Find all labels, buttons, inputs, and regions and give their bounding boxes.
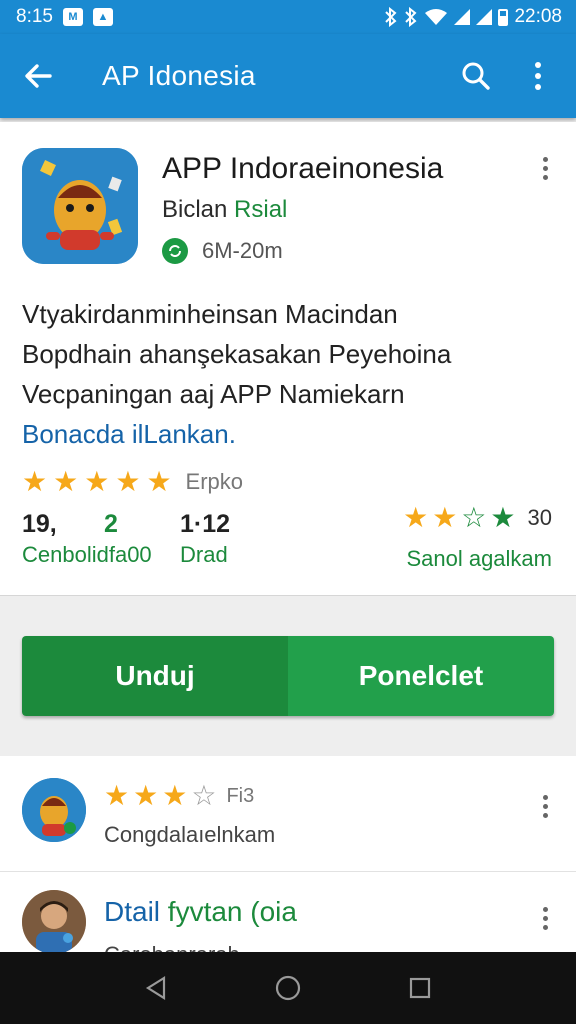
- page-title: AP Idonesia: [102, 60, 256, 91]
- stat-sub-label: Drad: [180, 542, 228, 567]
- search-button[interactable]: [458, 58, 494, 94]
- star-icon: ★: [133, 780, 159, 811]
- rating-label: Erpko: [185, 469, 244, 494]
- avatar: [22, 778, 86, 842]
- action-buttons: Unduj Ponelclet: [22, 636, 554, 716]
- stat-value: 2: [104, 510, 118, 538]
- status-left: 8:15 M ▲: [16, 6, 113, 28]
- stat-value: 19,: [22, 510, 57, 538]
- back-triangle-icon: [145, 976, 166, 1000]
- star-icon: ★: [162, 780, 188, 811]
- bluetooth-icon-2: [405, 7, 417, 27]
- back-button[interactable]: [18, 56, 58, 96]
- status-right: 22:08: [384, 6, 562, 28]
- developer-name: Rsial: [234, 196, 288, 223]
- star-outline-icon: ☆: [191, 780, 217, 811]
- user-rating[interactable]: ★ ★ ☆ ★ 30: [403, 504, 552, 532]
- stat-value: 1·12: [180, 510, 231, 538]
- upload-icon: ▲: [92, 8, 113, 26]
- sync-icon: [162, 238, 188, 264]
- search-icon: [462, 62, 490, 90]
- avatar: [22, 890, 86, 954]
- signal-icon: [454, 9, 471, 25]
- app-bar: AP Idonesia: [0, 34, 576, 118]
- app-name: APP Indoraeinonesia: [162, 152, 444, 185]
- review-title: Dtail fyvtan (oia: [104, 896, 297, 928]
- review-menu-button[interactable]: [533, 898, 557, 938]
- app-developer[interactable]: Biclan Rsial: [162, 196, 287, 224]
- star-outline-icon: ☆: [461, 502, 487, 533]
- app-size-row: 6M-20m: [162, 238, 283, 264]
- review-title-part: fyvtan: [167, 896, 243, 927]
- star-icon: ★: [490, 502, 516, 533]
- rating-link[interactable]: Sanol agalkam: [406, 546, 552, 572]
- more-button[interactable]: [520, 58, 556, 94]
- navigation-bar: [0, 952, 576, 1024]
- wifi-icon: [425, 9, 448, 25]
- back-nav-button[interactable]: [136, 968, 176, 1008]
- bluetooth-icon: [385, 7, 397, 27]
- developer-prefix: Biclan: [162, 196, 235, 223]
- recents-nav-button[interactable]: [400, 968, 440, 1008]
- star-icon: ★: [84, 466, 110, 497]
- download-button[interactable]: Unduj: [22, 636, 288, 716]
- app-size: 6M-20m: [202, 238, 283, 263]
- recents-square-icon: [409, 977, 431, 999]
- status-clock: 22:08: [514, 6, 562, 27]
- status-time: 8:15: [16, 6, 53, 27]
- battery-icon: [498, 8, 509, 26]
- review-title-part: Dtail: [104, 896, 168, 927]
- signal-icon-2: [476, 9, 493, 25]
- notification-icon: M: [62, 8, 83, 26]
- review-menu-button[interactable]: [533, 786, 557, 826]
- stat-sub-label: Cenbolidfa00: [22, 542, 152, 567]
- star-icon: ★: [403, 502, 429, 533]
- app-actions: [458, 58, 556, 94]
- review-subtitle: Congdalaıelnkam: [104, 822, 276, 847]
- review-count: Fi3: [226, 784, 255, 807]
- star-icon: ★: [432, 502, 458, 533]
- description-line: Vtyakirdanminheinsan Macindan: [22, 299, 398, 329]
- rating-row: ★ ★ ★ ★ ★ Erpko: [22, 468, 243, 496]
- star-icon: ★: [115, 466, 141, 497]
- review-title-part: (oia: [242, 896, 297, 927]
- home-circle-icon: [275, 975, 301, 1001]
- star-icon: ★: [53, 466, 79, 497]
- more-vert-icon: [535, 62, 541, 90]
- star-icon: ★: [146, 466, 172, 497]
- app-icon[interactable]: [22, 148, 138, 264]
- description-line: Bopdhain ahanşekasakan Peyehoina: [22, 339, 452, 369]
- app-description: Vtyakirdanminheinsan Macindan Bopdhain a…: [22, 294, 552, 454]
- star-icon: ★: [104, 780, 130, 811]
- app-info-card: APP Indoraeinonesia Biclan Rsial 6M-20m …: [0, 122, 576, 596]
- description-link[interactable]: Bonacda ilLankan.: [22, 414, 552, 454]
- star-icon: ★: [22, 466, 48, 497]
- arrow-left-icon: [25, 64, 52, 88]
- rating-count: 30: [527, 505, 552, 530]
- status-bar: 8:15 M ▲ 22:08: [0, 0, 576, 34]
- home-nav-button[interactable]: [268, 968, 308, 1008]
- review-stars: ★ ★ ★ ☆ Fi3: [104, 782, 254, 810]
- list-item[interactable]: ★ ★ ★ ☆ Fi3 Congdalaıelnkam: [0, 756, 576, 872]
- card-menu-button[interactable]: [533, 148, 557, 188]
- secondary-button[interactable]: Ponelclet: [288, 636, 554, 716]
- mascot-icon: [22, 148, 138, 264]
- description-line: Vecpaningan aaj APP Namiekarn: [22, 379, 405, 409]
